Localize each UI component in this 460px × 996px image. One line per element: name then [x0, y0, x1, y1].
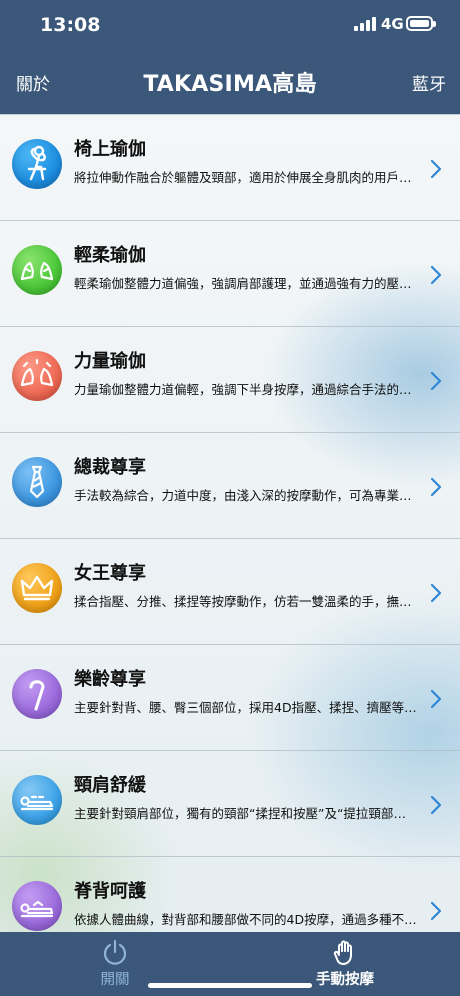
list-item-neck-shoulder[interactable]: 頸肩舒緩 主要針對頸肩部位，獨有的頸部“揉捏和按壓”及“提拉頸部手法”... [0, 750, 460, 856]
item-title: 總裁尊享 [74, 457, 146, 478]
list-item-queen-premium[interactable]: 女王尊享 揉合指壓、分推、揉捏等按摩動作，仿若一雙溫柔的手，撫平疲... [0, 538, 460, 644]
list-item-chair-yoga[interactable]: 椅上瑜伽 將拉伸動作融合於軀體及頸部，適用於伸展全身肌肉的用戶，力... [0, 114, 460, 220]
power-icon [103, 939, 127, 965]
gentle-hands-icon [12, 245, 62, 295]
cane-icon [12, 669, 62, 719]
nav-bar: 關於 TAKASIMA高島 藍牙 [0, 50, 460, 114]
item-title: 力量瑜伽 [74, 351, 146, 372]
battery-icon [406, 16, 436, 31]
item-title: 脊背呵護 [74, 881, 146, 902]
bluetooth-button[interactable]: 藍牙 [412, 70, 446, 95]
chevron-right-icon [430, 583, 442, 603]
item-description: 手法較為綜合，力道中度，由淺入深的按摩動作，可為專業人士... [74, 488, 418, 503]
item-title: 女王尊享 [74, 563, 146, 584]
item-title: 頸肩舒緩 [74, 775, 146, 796]
power-hands-icon [12, 351, 62, 401]
program-list: 椅上瑜伽 將拉伸動作融合於軀體及頸部，適用於伸展全身肌肉的用戶，力... 輕柔瑜… [0, 114, 460, 932]
necktie-icon [12, 457, 62, 507]
chair-yoga-icon [12, 139, 62, 189]
network-type: 4G [381, 15, 404, 33]
item-description: 主要針對背、腰、臀三個部位，採用4D指壓、揉捏、擠壓等手... [74, 700, 418, 715]
list-item-back-care[interactable]: 脊背呵護 依據人體曲線，對背部和腰部做不同的4D按摩，通過多種不同手... [0, 856, 460, 932]
home-indicator [148, 983, 312, 988]
back-massage-icon [12, 881, 62, 931]
item-description: 依據人體曲線，對背部和腰部做不同的4D按摩，通過多種不同手... [74, 912, 418, 927]
chevron-right-icon [430, 477, 442, 497]
chevron-right-icon [430, 371, 442, 391]
status-bar: 13:08 4G [0, 0, 460, 50]
chevron-right-icon [430, 265, 442, 285]
item-description: 將拉伸動作融合於軀體及頸部，適用於伸展全身肌肉的用戶，力... [74, 170, 418, 185]
list-item-senior-premium[interactable]: 樂齡尊享 主要針對背、腰、臀三個部位，採用4D指壓、揉捏、擠壓等手... [0, 644, 460, 750]
chevron-right-icon [430, 901, 442, 921]
tab-bar: 開關 手動按摩 [0, 932, 460, 996]
list-item-gentle-yoga[interactable]: 輕柔瑜伽 輕柔瑜伽整體力道偏強，強調肩部護理，並通過強有力的壓肩動... [0, 220, 460, 326]
crown-icon [12, 563, 62, 613]
page-title: TAKASIMA高島 [143, 72, 317, 97]
list-item-power-yoga[interactable]: 力量瑜伽 力量瑜伽整體力道偏輕，強調下半身按摩，通過綜合手法的展示... [0, 326, 460, 432]
chevron-right-icon [430, 795, 442, 815]
item-title: 椅上瑜伽 [74, 139, 146, 160]
item-description: 輕柔瑜伽整體力道偏強，強調肩部護理，並通過強有力的壓肩動... [74, 276, 418, 291]
chevron-right-icon [430, 159, 442, 179]
chevron-right-icon [430, 689, 442, 709]
item-title: 樂齡尊享 [74, 669, 146, 690]
neck-massage-icon [12, 775, 62, 825]
item-title: 輕柔瑜伽 [74, 245, 146, 266]
signal-icon [354, 17, 376, 31]
list-item-ceo-premium[interactable]: 總裁尊享 手法較為綜合，力道中度，由淺入深的按摩動作，可為專業人士... [0, 432, 460, 538]
item-description: 力量瑜伽整體力道偏輕，強調下半身按摩，通過綜合手法的展示... [74, 382, 418, 397]
status-time: 13:08 [40, 14, 101, 36]
item-description: 主要針對頸肩部位，獨有的頸部“揉捏和按壓”及“提拉頸部手法”... [74, 806, 418, 821]
item-description: 揉合指壓、分推、揉捏等按摩動作，仿若一雙溫柔的手，撫平疲... [74, 594, 418, 609]
hand-icon [333, 940, 352, 965]
